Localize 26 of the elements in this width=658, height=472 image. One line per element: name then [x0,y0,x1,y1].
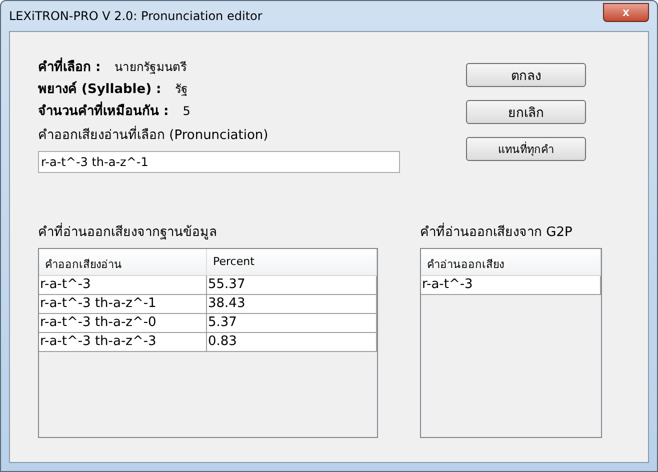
field-value: 5 [182,104,190,118]
table-cell: r-a-t^-3 [421,276,601,294]
table-cell: r-a-t^-3 [39,276,207,294]
table-title: คำที่อ่านออกเสียงจาก G2P [420,221,602,242]
pronunciation-field[interactable]: r-a-t^-3 th-a-z^-1 [38,151,400,173]
table-cell: 55.37 [207,276,377,294]
dialog-button[interactable]: ยกเลิก [466,100,586,124]
field-label: จำนวนคำที่เหมือนกัน : [38,100,169,121]
table-cell: r-a-t^-3 th-a-z^-0 [39,314,207,332]
table-title: คำที่อ่านออกเสียงจากฐานข้อมูล [38,221,378,242]
window-title: LEXiTRON-PRO V 2.0: Pronunciation editor [9,9,262,23]
column-header[interactable]: Percent [207,249,377,275]
table-cell: 38.43 [207,295,377,313]
field-value: นายกรัฐมนตรี [114,59,187,76]
table-cell: r-a-t^-3 th-a-z^-1 [39,295,207,313]
table-cell: 5.37 [207,314,377,332]
field-label: พยางค์ (Syllable) : [38,80,162,99]
field-label: คำที่เลือก : [38,56,101,77]
column-header[interactable]: คำออกเสียงอ่าน [39,249,207,275]
field-value: รัฐ [175,81,188,98]
dialog-button[interactable]: ตกลง [466,63,586,87]
table-cell: r-a-t^-3 th-a-z^-3 [39,333,207,351]
dialog-button[interactable]: แทนที่ทุกคำ [466,137,586,161]
column-header[interactable]: คำอ่านออกเสียง [421,249,601,275]
pronunciation-label: คำออกเสียงอ่านที่เลือก (Pronunciation) [38,124,400,145]
table-cell: 0.83 [207,333,377,351]
